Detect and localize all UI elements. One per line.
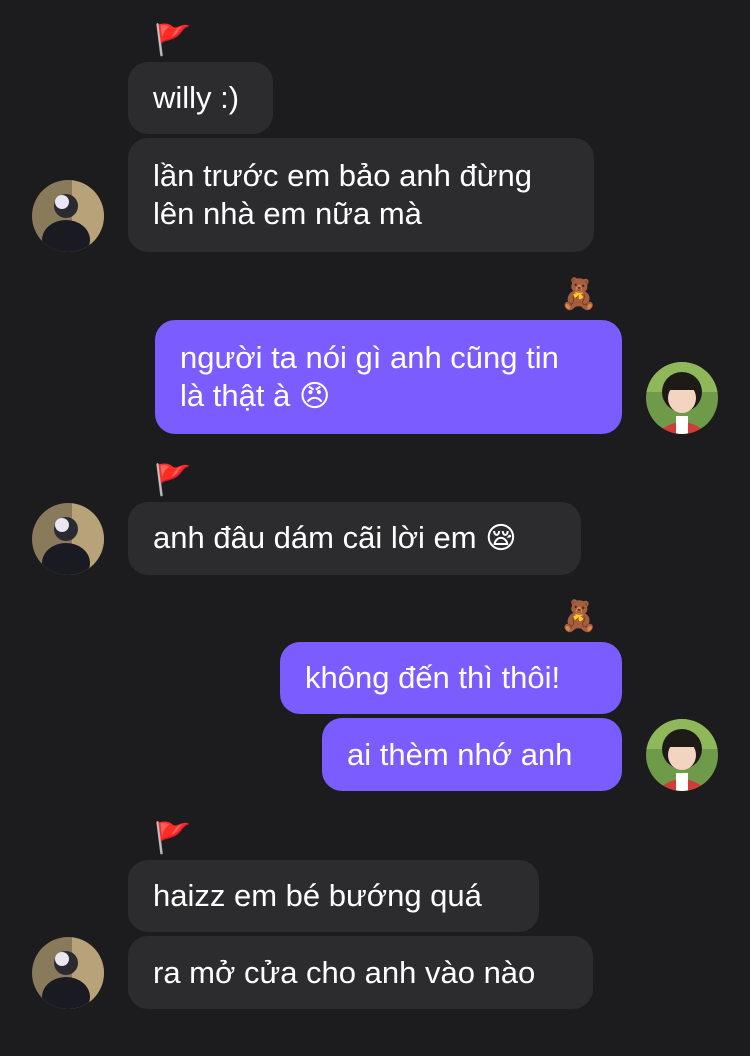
avatar-other[interactable] [32, 180, 104, 252]
teddy-bear-icon[interactable]: 🧸 [560, 278, 597, 312]
teddy-bear-icon[interactable]: 🧸 [560, 600, 597, 634]
message-text: lên nhà em nữa mà [153, 196, 422, 231]
avatar-other[interactable] [32, 937, 104, 1009]
message-text: willy :) [153, 80, 240, 115]
avatar-other[interactable] [32, 503, 104, 575]
avatar-image [32, 937, 104, 1009]
message-text: ai thèm nhớ anh [347, 736, 573, 772]
red-flag-icon[interactable]: 🚩 [154, 464, 191, 498]
red-flag-icon[interactable]: 🚩 [154, 24, 191, 58]
message-text: không đến thì thôi! [305, 660, 561, 695]
message-text: lần trước em bảo anh đừng [153, 158, 532, 193]
message-text-line: là thật à 😠 [180, 377, 597, 416]
avatar-image [646, 362, 718, 434]
message-bubble-incoming[interactable]: haizz em bé bướng quá [128, 860, 539, 932]
message-bubble-outgoing[interactable]: người ta nói gì anh cũng tin là thật à 😠 [155, 320, 622, 434]
avatar-me[interactable] [646, 362, 718, 434]
message-bubble-incoming[interactable]: willy :) [128, 62, 273, 134]
message-bubble-outgoing[interactable]: ai thèm nhớ anh [322, 718, 622, 791]
avatar-image [32, 503, 104, 575]
message-text: người ta nói gì anh cũng tin [180, 339, 559, 375]
message-text-line: anh đâu dám cãi lời em 😪 [153, 519, 556, 558]
avatar-image [32, 180, 104, 252]
message-bubble-incoming[interactable]: anh đâu dám cãi lời em 😪 [128, 502, 581, 575]
message-bubble-outgoing[interactable]: không đến thì thôi! [280, 642, 622, 714]
message-bubble-incoming[interactable]: lần trước em bảo anh đừng lên nhà em nữa… [128, 138, 594, 252]
angry-face-icon: 😠 [298, 378, 331, 414]
message-text: haizz em bé bướng quá [153, 878, 482, 913]
message-text: là thật à [180, 377, 291, 413]
avatar-me[interactable] [646, 719, 718, 791]
message-text: ra mở cửa cho anh vào nào [153, 954, 536, 990]
avatar-image [646, 719, 718, 791]
red-flag-icon[interactable]: 🚩 [154, 822, 191, 856]
sleepy-face-icon: 😪 [485, 521, 517, 556]
message-bubble-incoming[interactable]: ra mở cửa cho anh vào nào [128, 936, 593, 1009]
message-text: anh đâu dám cãi lời em [153, 520, 477, 555]
